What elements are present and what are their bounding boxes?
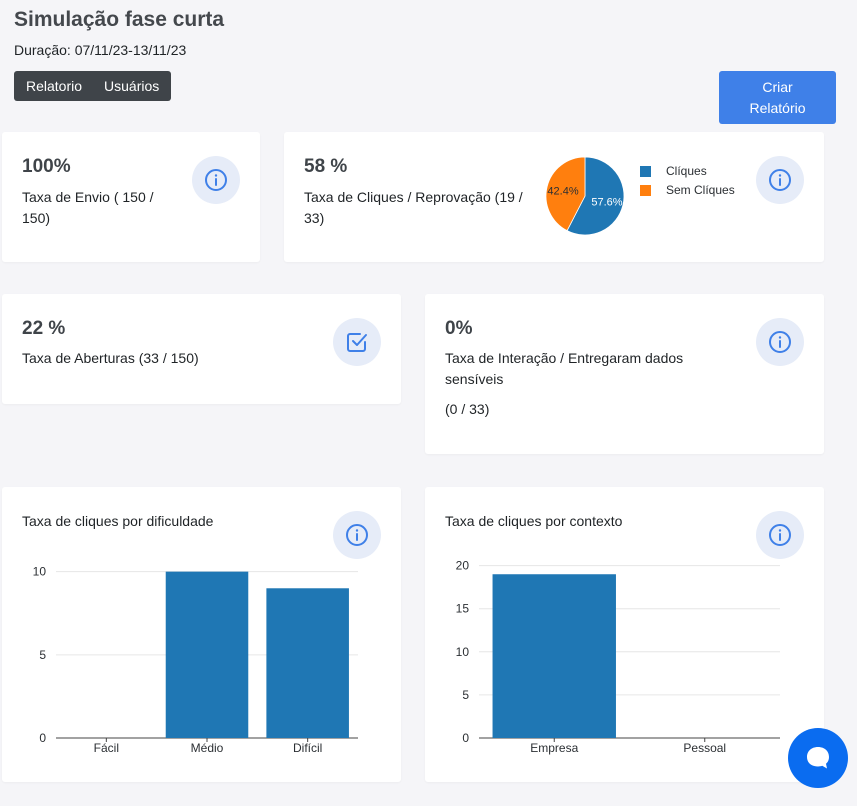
card-envio: 100% Taxa de Envio ( 150 /150) [2,132,260,262]
tab-relatorio[interactable]: Relatorio [14,71,92,101]
interacao-rate-value: 0% [445,318,473,339]
cliques-rate-label: Taxa de Cliques / Reprovação (19 /33) [304,189,523,226]
info-button-envio[interactable] [192,156,240,204]
report-tabs: Relatorio Usuários [14,71,172,101]
checkbox-button-aberturas[interactable] [333,318,381,366]
card-aberturas: 22 % Taxa de Aberturas (33 / 150) [2,294,401,404]
tab-usuarios[interactable]: Usuários [92,71,171,101]
x-tick-label: Fácil [94,741,119,755]
aberturas-rate-label: Taxa de Aberturas (33 / 150) [22,350,199,366]
envio-rate-label: Taxa de Envio ( 150 /150) [22,189,154,226]
pie-legend-sem-cliques: Sem Clíques [640,183,735,197]
x-tick-label: Difícil [293,741,322,755]
card-interacao: 0% Taxa de Interação / Entregaram dados s… [425,294,824,454]
y-tick-label: 5 [39,648,46,662]
interacao-rate-label: Taxa de Interação / Entregaram dados sens… [445,350,684,387]
legend-swatch-sem-cliques [640,184,651,196]
info-icon [769,331,791,353]
checkbox-icon [347,333,367,352]
aberturas-rate-value: 22 % [22,318,66,339]
card-chart-dificuldade: Taxa de cliques por dificuldade 0 5 10 Fáci… [2,487,401,782]
create-report-button-label: Criar Relatório [749,78,806,116]
legend-swatch-cliques [640,165,651,177]
bar-0 [492,574,616,738]
envio-rate-value: 100% [22,156,71,177]
info-icon [205,169,227,191]
y-tick-label: 20 [456,559,470,573]
y-tick-label: 10 [456,645,470,659]
info-button-cliques[interactable] [756,156,804,204]
pie-legend-cliques: Clíques [640,164,707,178]
clicks-pie-chart: 57.6% 42.4% [545,156,625,236]
y-tick-label: 15 [456,602,470,616]
pie-data-label-1: 42.4% [547,186,578,198]
create-report-button[interactable]: Criar Relatório [719,71,836,124]
x-tick-label: Pessoal [683,741,726,755]
pie-data-label-0: 57.6% [591,196,622,208]
page-title: Simulação fase curta [14,8,225,31]
y-tick-label: 0 [39,731,46,745]
bar-2 [266,588,349,738]
x-tick-label: Empresa [530,741,578,755]
info-button-interacao[interactable] [756,318,804,366]
info-icon [769,169,791,191]
y-tick-label: 10 [33,565,47,579]
bar-chart-dificuldade: 0 5 10 Fácil Médio Difícil [33,565,358,755]
chat-icon [807,747,829,769]
y-tick-label: 5 [462,688,469,702]
duration-text: Duração: 07/11/23-13/11/23 [14,42,187,58]
bar-chart-contexto: 0 5 10 15 20 Empresa Pessoal [456,559,780,755]
card-chart-contexto: Taxa de cliques por contexto 0 5 10 15 20 Emp… [425,487,824,782]
interacao-count: (0 / 33) [445,401,490,417]
y-tick-label: 0 [462,731,469,745]
bar-1 [165,571,249,738]
x-tick-label: Médio [191,741,224,755]
cliques-rate-value: 58 % [304,156,348,177]
chat-button[interactable] [788,728,848,788]
card-cliques: 58 % Taxa de Cliques / Reprovação (19 /3… [284,132,824,262]
